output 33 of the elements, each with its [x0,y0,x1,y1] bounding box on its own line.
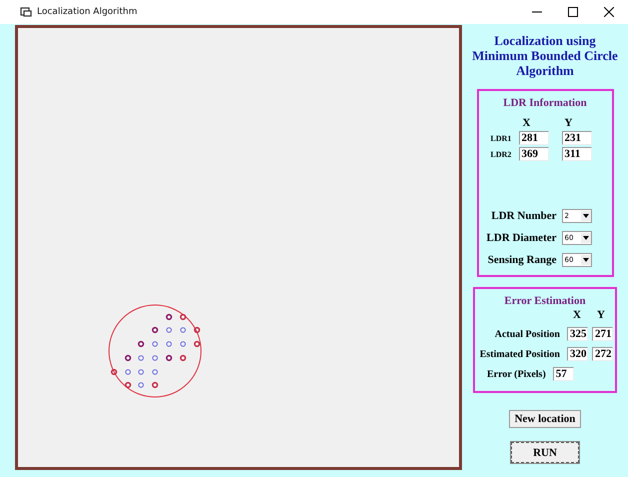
x-field[interactable]: 320 [567,347,588,361]
panel-title: LDR Information [502,97,588,109]
y-field[interactable]: 272 [592,347,613,361]
setting-label: LDR Number [491,210,556,222]
maximize-icon[interactable] [568,7,578,17]
error-field[interactable]: 57 [552,367,574,381]
setting-label: LDR Diameter [486,232,556,244]
dropdown-arrow-icon [582,236,588,240]
app-icon [20,7,32,17]
column-header: X [522,117,532,129]
action-button[interactable]: New location [508,410,582,428]
error-label: Error (Pixels) [487,368,546,380]
dropdown-arrow-icon [582,258,588,262]
window-title: Localization Algorithm [37,7,138,17]
panel-title: Error Estimation [503,295,587,307]
setting-label: Sensing Range [488,254,556,266]
column-header: X [573,309,582,321]
column-header: Y [564,117,574,129]
dropdown-arrow-icon [582,214,588,218]
close-icon[interactable] [604,7,614,17]
ldr-label: LDR1 [490,134,512,142]
x-field[interactable]: 325 [567,327,588,341]
action-button[interactable]: RUN [510,442,579,463]
position-label: Estimated Position [480,348,560,360]
x-field[interactable]: 281 [518,131,548,145]
y-field[interactable]: 311 [562,147,592,161]
y-field[interactable]: 231 [562,131,592,145]
column-header: Y [597,309,606,321]
x-field[interactable]: 369 [518,147,548,161]
heading: Localization using Minimum Bounded Circle Algorithm [471,33,619,78]
y-field[interactable]: 271 [592,327,613,341]
position-label: Actual Position [494,328,560,340]
ldr-label: LDR2 [490,150,512,158]
